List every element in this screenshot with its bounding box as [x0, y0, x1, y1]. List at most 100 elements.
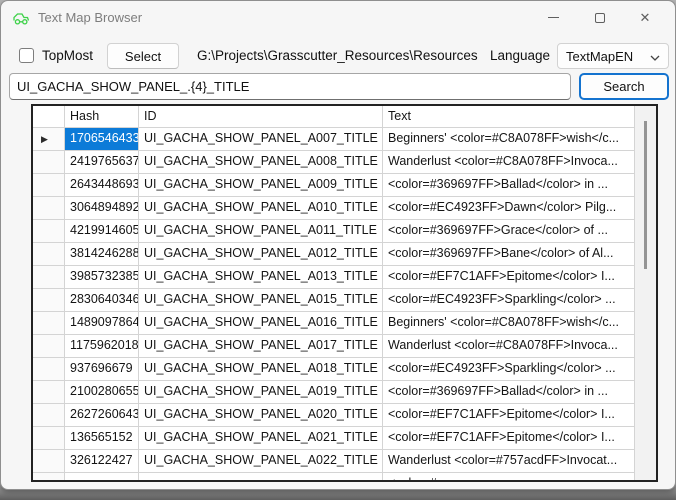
hash-cell[interactable]: 3985732385 — [65, 266, 139, 289]
text-cell[interactable]: Wanderlust <color=#C8A078FF>Invoca... — [383, 335, 635, 358]
row-selector-cell[interactable] — [33, 151, 65, 174]
text-cell[interactable]: Wanderlust <color=#757acdFF>Invocat... — [383, 450, 635, 473]
id-cell[interactable] — [139, 473, 383, 480]
table-row[interactable]: 326122427 UI_GACHA_SHOW_PANEL_A022_TITLE… — [33, 450, 656, 473]
text-cell[interactable]: <color=#EF7C1AFF>Epitome</color> I... — [383, 404, 635, 427]
language-dropdown[interactable]: TextMapEN — [557, 43, 669, 69]
vertical-scrollbar[interactable] — [635, 106, 656, 480]
row-selector-cell[interactable] — [33, 289, 65, 312]
row-selector-cell[interactable]: ▶ — [33, 128, 65, 151]
row-selector-cell[interactable] — [33, 312, 65, 335]
text-cell[interactable]: <color=#369697FF>Bane</color> of Al... — [383, 243, 635, 266]
hash-cell[interactable] — [65, 473, 139, 480]
id-cell[interactable]: UI_GACHA_SHOW_PANEL_A019_TITLE — [139, 381, 383, 404]
table-row[interactable]: 2643448693 UI_GACHA_SHOW_PANEL_A009_TITL… — [33, 174, 656, 197]
row-selector-cell[interactable] — [33, 220, 65, 243]
table-row[interactable]: 2627260643 UI_GACHA_SHOW_PANEL_A020_TITL… — [33, 404, 656, 427]
id-cell[interactable]: UI_GACHA_SHOW_PANEL_A015_TITLE — [139, 289, 383, 312]
row-selector-cell[interactable] — [33, 427, 65, 450]
table-row[interactable]: 937696679 UI_GACHA_SHOW_PANEL_A018_TITLE… — [33, 358, 656, 381]
text-cell[interactable]: <color=#369697FF>Ballad</color> in ... — [383, 381, 635, 404]
scrollbar-thumb[interactable] — [644, 121, 647, 269]
hash-cell[interactable]: 2643448693 — [65, 174, 139, 197]
hash-cell[interactable]: 4219914605 — [65, 220, 139, 243]
row-selector-cell[interactable] — [33, 335, 65, 358]
hash-cell[interactable]: 1706546433 — [65, 128, 139, 151]
row-selector-cell[interactable] — [33, 174, 65, 197]
row-selector-cell[interactable] — [33, 266, 65, 289]
table-row[interactable]: 3814246288 UI_GACHA_SHOW_PANEL_A012_TITL… — [33, 243, 656, 266]
hash-cell[interactable]: 3814246288 — [65, 243, 139, 266]
maximize-icon — [595, 13, 605, 23]
id-cell[interactable]: UI_GACHA_SHOW_PANEL_A007_TITLE — [139, 128, 383, 151]
hash-cell[interactable]: 1489097864 — [65, 312, 139, 335]
id-column-header[interactable]: ID — [139, 106, 383, 128]
hash-cell[interactable]: 2627260643 — [65, 404, 139, 427]
id-cell[interactable]: UI_GACHA_SHOW_PANEL_A016_TITLE — [139, 312, 383, 335]
table-row[interactable]: 1175962018 UI_GACHA_SHOW_PANEL_A017_TITL… — [33, 335, 656, 358]
search-button-label: Search — [603, 79, 644, 94]
row-selector-cell[interactable] — [33, 473, 65, 480]
hash-cell[interactable]: 937696679 — [65, 358, 139, 381]
text-column-header[interactable]: Text — [383, 106, 635, 128]
hash-cell[interactable]: 326122427 — [65, 450, 139, 473]
table-row[interactable]: ▶ 1706546433 UI_GACHA_SHOW_PANEL_A007_TI… — [33, 128, 656, 151]
table-row-partial[interactable]: <color=#... — [33, 473, 656, 480]
select-button[interactable]: Select — [107, 43, 179, 69]
hash-cell[interactable]: 3064894892 — [65, 197, 139, 220]
hash-cell[interactable]: 1175962018 — [65, 335, 139, 358]
row-selector-cell[interactable] — [33, 381, 65, 404]
id-cell[interactable]: UI_GACHA_SHOW_PANEL_A020_TITLE — [139, 404, 383, 427]
table-row[interactable]: 4219914605 UI_GACHA_SHOW_PANEL_A011_TITL… — [33, 220, 656, 243]
text-cell[interactable]: <color=#EC4923FF>Sparkling</color> ... — [383, 289, 635, 312]
app-window: Text Map Browser ✕ TopMost Select G:\Pro… — [0, 0, 676, 490]
topmost-checkbox[interactable] — [19, 48, 34, 63]
table-row[interactable]: 1489097864 UI_GACHA_SHOW_PANEL_A016_TITL… — [33, 312, 656, 335]
id-cell[interactable]: UI_GACHA_SHOW_PANEL_A013_TITLE — [139, 266, 383, 289]
id-cell[interactable]: UI_GACHA_SHOW_PANEL_A011_TITLE — [139, 220, 383, 243]
text-cell[interactable]: <color=#369697FF>Ballad</color> in ... — [383, 174, 635, 197]
search-input[interactable] — [9, 73, 571, 100]
text-cell[interactable]: Beginners' <color=#C8A078FF>wish</c... — [383, 128, 635, 151]
hash-cell[interactable]: 2830640346 — [65, 289, 139, 312]
grid-header-row: Hash ID Text — [33, 106, 656, 128]
title-bar: Text Map Browser ✕ — [1, 1, 675, 35]
hash-cell[interactable]: 136565152 — [65, 427, 139, 450]
text-cell[interactable]: Beginners' <color=#C8A078FF>wish</c... — [383, 312, 635, 335]
id-cell[interactable]: UI_GACHA_SHOW_PANEL_A008_TITLE — [139, 151, 383, 174]
id-cell[interactable]: UI_GACHA_SHOW_PANEL_A012_TITLE — [139, 243, 383, 266]
id-cell[interactable]: UI_GACHA_SHOW_PANEL_A021_TITLE — [139, 427, 383, 450]
id-cell[interactable]: UI_GACHA_SHOW_PANEL_A017_TITLE — [139, 335, 383, 358]
row-selector-cell[interactable] — [33, 197, 65, 220]
row-selector-cell[interactable] — [33, 243, 65, 266]
id-cell[interactable]: UI_GACHA_SHOW_PANEL_A018_TITLE — [139, 358, 383, 381]
table-row[interactable]: 2100280655 UI_GACHA_SHOW_PANEL_A019_TITL… — [33, 381, 656, 404]
text-cell[interactable]: Wanderlust <color=#C8A078FF>Invoca... — [383, 151, 635, 174]
close-icon: ✕ — [640, 11, 651, 24]
id-cell[interactable]: UI_GACHA_SHOW_PANEL_A009_TITLE — [139, 174, 383, 197]
text-cell[interactable]: <color=#EC4923FF>Sparkling</color> ... — [383, 358, 635, 381]
id-cell[interactable]: UI_GACHA_SHOW_PANEL_A022_TITLE — [139, 450, 383, 473]
text-cell[interactable]: <color=#EF7C1AFF>Epitome</color> I... — [383, 427, 635, 450]
table-row[interactable]: 136565152 UI_GACHA_SHOW_PANEL_A021_TITLE… — [33, 427, 656, 450]
hash-column-header[interactable]: Hash — [65, 106, 139, 128]
search-button[interactable]: Search — [579, 73, 669, 100]
id-cell[interactable]: UI_GACHA_SHOW_PANEL_A010_TITLE — [139, 197, 383, 220]
maximize-button[interactable] — [580, 1, 620, 34]
hash-cell[interactable]: 2100280655 — [65, 381, 139, 404]
table-row[interactable]: 3064894892 UI_GACHA_SHOW_PANEL_A010_TITL… — [33, 197, 656, 220]
row-selector-cell[interactable] — [33, 450, 65, 473]
row-selector-cell[interactable] — [33, 404, 65, 427]
row-selector-header — [33, 106, 65, 128]
table-row[interactable]: 2419765637 UI_GACHA_SHOW_PANEL_A008_TITL… — [33, 151, 656, 174]
text-cell[interactable]: <color=#EC4923FF>Dawn</color> Pilg... — [383, 197, 635, 220]
row-selector-cell[interactable] — [33, 358, 65, 381]
text-cell[interactable]: <color=#EF7C1AFF>Epitome</color> I... — [383, 266, 635, 289]
close-button[interactable]: ✕ — [625, 1, 665, 34]
minimize-button[interactable] — [533, 1, 573, 34]
text-cell[interactable]: <color=#... — [383, 473, 635, 480]
text-cell[interactable]: <color=#369697FF>Grace</color> of ... — [383, 220, 635, 243]
table-row[interactable]: 2830640346 UI_GACHA_SHOW_PANEL_A015_TITL… — [33, 289, 656, 312]
table-row[interactable]: 3985732385 UI_GACHA_SHOW_PANEL_A013_TITL… — [33, 266, 656, 289]
hash-cell[interactable]: 2419765637 — [65, 151, 139, 174]
